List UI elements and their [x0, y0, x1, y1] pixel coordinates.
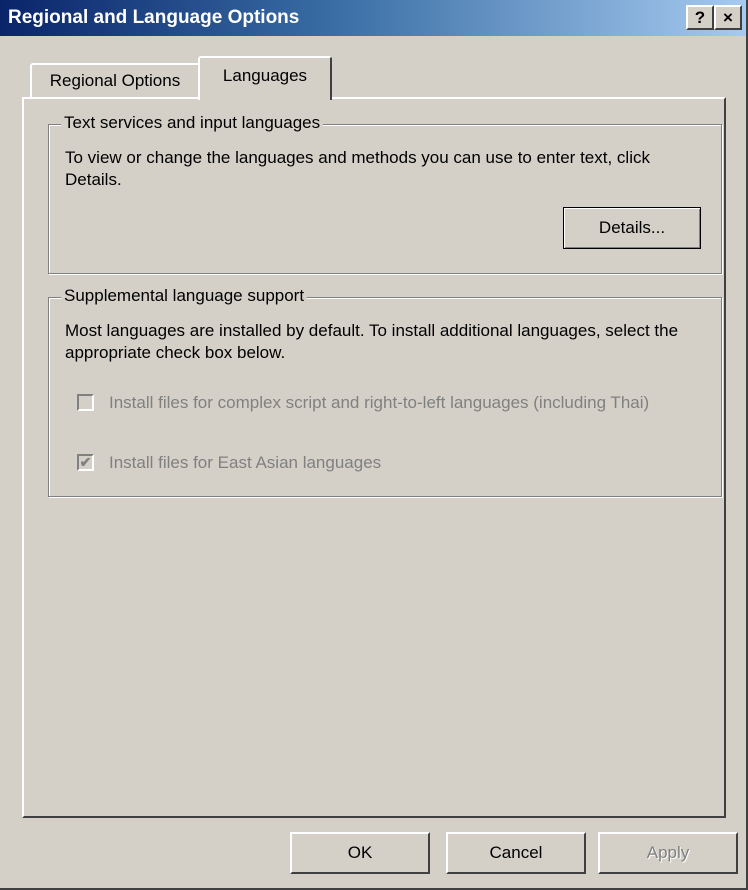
window-title: Regional and Language Options — [8, 7, 300, 28]
text-services-group: Text services and input languages To vie… — [48, 113, 722, 274]
close-button[interactable]: × — [714, 5, 742, 30]
ok-button[interactable]: OK — [290, 832, 430, 874]
supplemental-legend: Supplemental language support — [61, 286, 308, 306]
dialog-window: Regional and Language Options ? × Region… — [0, 0, 748, 890]
title-bar[interactable]: Regional and Language Options ? × — [0, 0, 746, 36]
details-button[interactable]: Details... — [563, 207, 701, 249]
east-asian-label: Install files for East Asian languages — [109, 453, 382, 472]
tab-languages[interactable]: Languages — [198, 56, 332, 100]
tab-regional-options[interactable]: Regional Options — [30, 63, 200, 98]
supplemental-language-group: Supplemental language support Most langu… — [48, 286, 722, 497]
complex-script-checkbox[interactable] — [77, 394, 94, 411]
complex-script-label: Install files for complex script and rig… — [109, 393, 650, 412]
apply-button: Apply — [598, 832, 738, 874]
tab-panel-languages: Text services and input languages To vie… — [22, 97, 726, 818]
text-services-legend: Text services and input languages — [61, 113, 324, 133]
east-asian-checkbox[interactable]: ✔ — [77, 454, 94, 471]
text-services-description: To view or change the languages and meth… — [65, 148, 650, 189]
cancel-button[interactable]: Cancel — [446, 832, 586, 874]
help-button[interactable]: ? — [686, 5, 714, 30]
supplemental-description: Most languages are installed by default.… — [65, 321, 679, 362]
